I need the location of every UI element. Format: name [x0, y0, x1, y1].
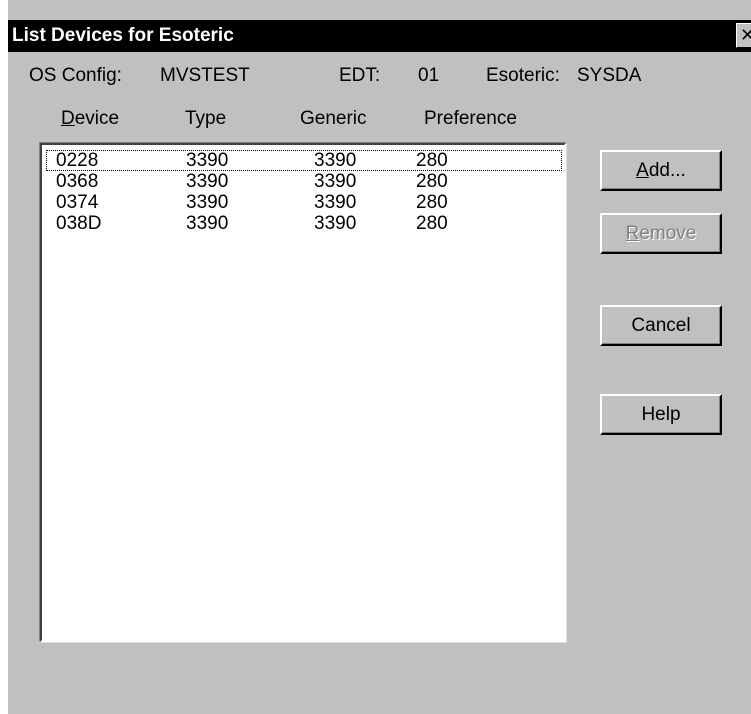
os-config-value: MVSTEST — [160, 65, 250, 86]
type-cell: 3390 — [186, 192, 229, 213]
preference-cell: 280 — [416, 213, 448, 234]
edt-label: EDT: — [339, 65, 381, 86]
cancel-button[interactable]: Cancel — [600, 305, 722, 346]
preference-cell: 280 — [416, 150, 448, 171]
preference-cell: 280 — [416, 192, 448, 213]
esoteric-label: Esoteric: — [486, 65, 560, 86]
type-cell: 3390 — [186, 213, 229, 234]
device-cell: 0374 — [56, 192, 99, 213]
edt-value: 01 — [418, 65, 440, 86]
generic-cell: 3390 — [314, 171, 357, 192]
type-cell: 3390 — [186, 150, 229, 171]
list-devices-dialog: List Devices for Esoteric ✕ OS Config: M… — [0, 0, 751, 714]
column-header-preference: Preference — [424, 108, 517, 129]
column-header-type: Type — [185, 108, 227, 129]
help-button[interactable]: Help — [600, 394, 722, 435]
type-cell: 3390 — [186, 171, 229, 192]
add-label-rest: dd... — [648, 159, 686, 181]
column-header-generic: Generic — [300, 108, 367, 129]
generic-cell: 3390 — [314, 213, 357, 234]
column-header-device: Device — [61, 108, 119, 130]
add-mnemonic: A — [636, 159, 649, 181]
generic-cell: 3390 — [314, 192, 357, 213]
title-bar[interactable]: List Devices for Esoteric ✕ — [8, 20, 751, 52]
device-row[interactable]: 038D 3390 3390 280 — [46, 213, 562, 234]
device-mnemonic: D — [61, 108, 75, 129]
remove-mnemonic: R — [625, 222, 640, 244]
device-row[interactable]: 0228 3390 3390 280 — [46, 150, 562, 171]
preference-cell: 280 — [416, 171, 448, 192]
remove-button[interactable]: Remove — [600, 213, 722, 254]
close-button[interactable]: ✕ — [736, 23, 751, 48]
generic-cell: 3390 — [314, 150, 357, 171]
device-header-rest: evice — [74, 108, 120, 129]
window-left-edge — [0, 0, 8, 714]
window-title: List Devices for Esoteric — [12, 25, 234, 46]
esoteric-value: SYSDA — [577, 65, 642, 86]
device-cell: 038D — [56, 213, 102, 234]
device-cell: 0228 — [56, 150, 99, 171]
cancel-label: Cancel — [631, 314, 691, 336]
device-row[interactable]: 0368 3390 3390 280 — [46, 171, 562, 192]
device-row[interactable]: 0374 3390 3390 280 — [46, 192, 562, 213]
close-icon: ✕ — [739, 25, 751, 45]
device-listbox[interactable]: 0228 3390 3390 280 0368 3390 3390 280 03… — [40, 143, 566, 642]
help-label: Help — [641, 403, 681, 425]
remove-label-rest: emove — [639, 222, 697, 244]
add-button[interactable]: Add... — [600, 150, 722, 191]
device-cell: 0368 — [56, 171, 99, 192]
os-config-label: OS Config: — [29, 65, 122, 86]
